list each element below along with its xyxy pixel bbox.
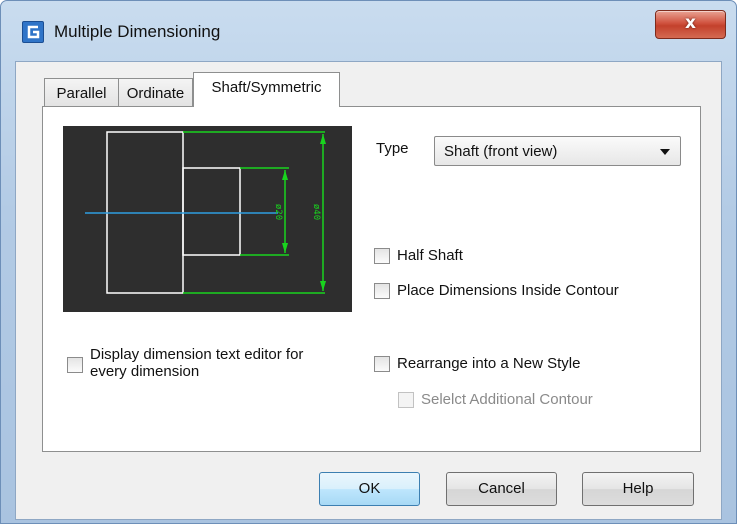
select-additional-contour-label: Selelct Additional Contour — [421, 391, 593, 408]
chevron-down-icon — [660, 149, 670, 155]
ok-button[interactable]: OK — [319, 472, 420, 506]
display-text-editor-checkbox[interactable] — [67, 357, 83, 373]
tab-label: Ordinate — [126, 85, 185, 102]
shaft-preview-drawing: ø20 ø40 — [85, 131, 326, 294]
select-additional-contour-checkbox[interactable] — [398, 392, 414, 408]
app-icon — [22, 21, 44, 43]
rearrange-new-style-label: Rearrange into a New Style — [397, 355, 581, 372]
cancel-button[interactable]: Cancel — [446, 472, 557, 506]
type-dropdown[interactable]: Shaft (front view) — [434, 136, 681, 166]
window-title: Multiple Dimensioning — [54, 22, 221, 41]
type-label: Type — [376, 140, 409, 157]
shaft-symmetric-panel: ø20 ø40 Type Shaft (front view) Half Sha… — [42, 106, 701, 452]
display-text-editor-label-line2: every dimension — [90, 363, 200, 380]
title-bar[interactable]: Multiple Dimensioning x — [1, 1, 736, 61]
tab-parallel[interactable]: Parallel — [44, 78, 119, 106]
dimension-text-outer: ø40 — [311, 204, 321, 220]
dimension-text-inner: ø20 — [273, 204, 283, 220]
place-inside-contour-checkbox[interactable] — [374, 283, 390, 299]
half-shaft-label: Half Shaft — [397, 247, 463, 264]
tab-ordinate[interactable]: Ordinate — [118, 78, 193, 106]
arrow-inner-top — [282, 170, 288, 180]
arrow-inner-bottom — [282, 243, 288, 253]
arrow-outer-bottom — [320, 281, 326, 291]
close-icon: x — [685, 13, 696, 33]
type-dropdown-value: Shaft (front view) — [444, 143, 558, 160]
shaft-preview-image: ø20 ø40 — [63, 126, 352, 312]
rearrange-new-style-checkbox[interactable] — [374, 356, 390, 372]
tab-label: Parallel — [56, 85, 107, 102]
dialog-client-area: Parallel Ordinate Shaft/Symmetric ø20 ø4… — [15, 61, 722, 520]
help-button[interactable]: Help — [582, 472, 694, 506]
arrow-outer-top — [320, 134, 326, 144]
place-inside-contour-label: Place Dimensions Inside Contour — [397, 282, 619, 299]
close-button[interactable]: x — [655, 10, 726, 39]
half-shaft-checkbox[interactable] — [374, 248, 390, 264]
display-text-editor-label-line1: Display dimension text editor for — [90, 346, 304, 363]
tab-label: Shaft/Symmetric — [211, 79, 322, 96]
shaft-small-section — [182, 167, 241, 256]
tab-shaft-symmetric[interactable]: Shaft/Symmetric — [193, 72, 340, 107]
dialog-window: Multiple Dimensioning x Parallel Ordinat… — [0, 0, 737, 524]
